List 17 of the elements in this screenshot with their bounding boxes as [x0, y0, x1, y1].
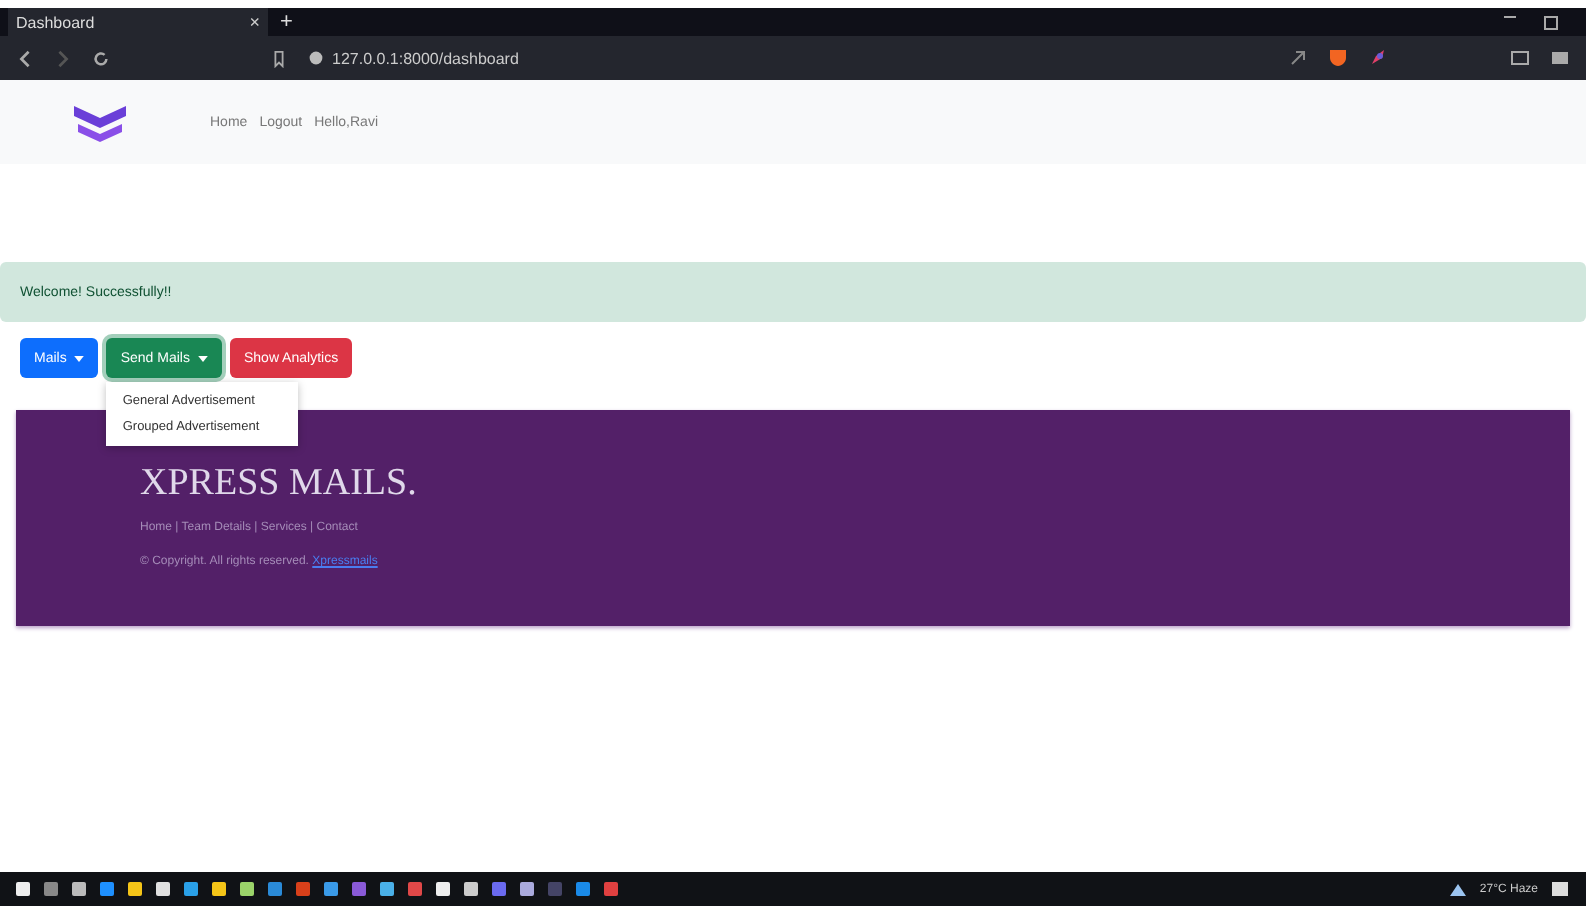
- maximize-icon[interactable]: [1544, 15, 1558, 29]
- back-icon[interactable]: [16, 49, 34, 67]
- forward-icon[interactable]: [54, 49, 72, 67]
- notification-icon[interactable]: [1550, 879, 1570, 899]
- sidebar-icon[interactable]: [1510, 48, 1530, 68]
- share-icon[interactable]: [1288, 48, 1308, 68]
- logo-icon[interactable]: [70, 100, 130, 144]
- new-tab-button[interactable]: +: [280, 10, 293, 34]
- reload-icon[interactable]: [92, 49, 110, 67]
- minimize-icon[interactable]: [1504, 15, 1516, 17]
- shield-icon[interactable]: [1328, 48, 1348, 68]
- bookmark-icon[interactable]: [270, 49, 288, 67]
- footer-brand: XPRESS MAILS.: [140, 462, 419, 506]
- close-tab-button[interactable]: ×: [249, 12, 260, 32]
- weather-icon[interactable]: [1447, 879, 1468, 899]
- tab-title[interactable]: Dashboard: [16, 13, 95, 31]
- browser-tab[interactable]: Dashboard ×: [8, 8, 268, 36]
